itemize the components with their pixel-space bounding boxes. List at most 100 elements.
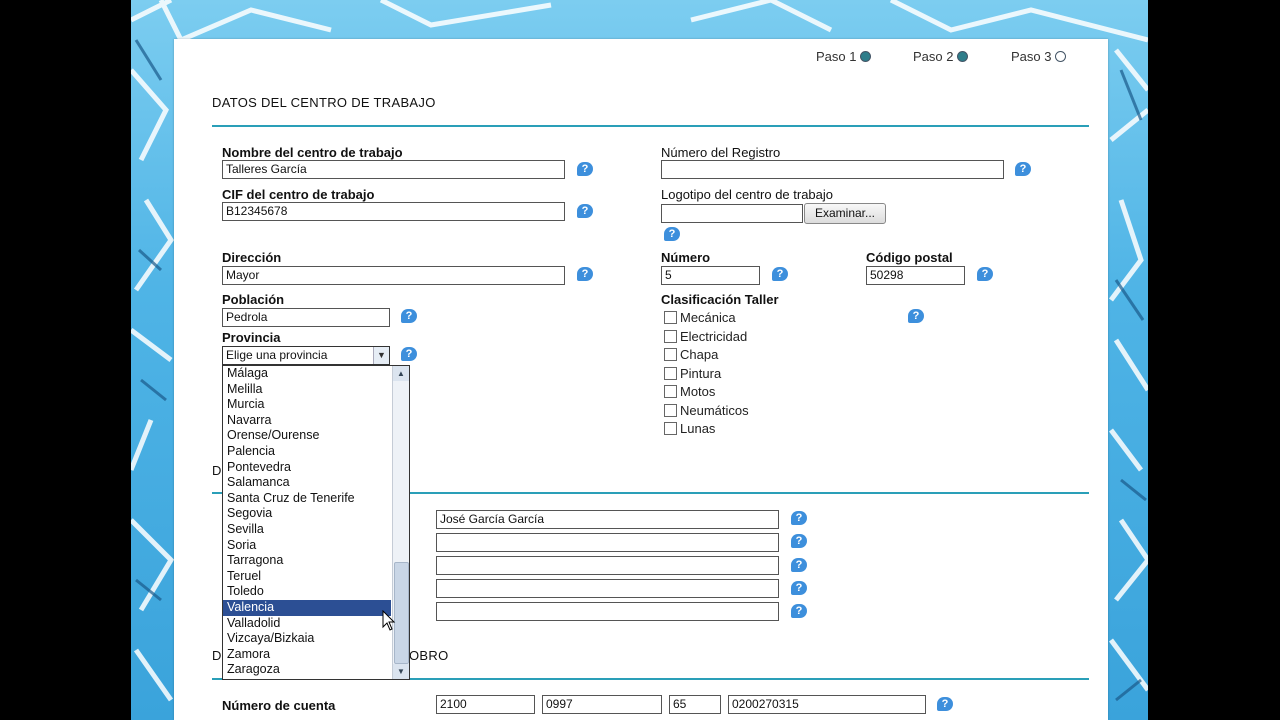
section-title-3-fragment-left: D bbox=[212, 648, 222, 663]
registro-input[interactable] bbox=[661, 160, 1004, 179]
dropdown-option[interactable]: Zamora bbox=[223, 647, 409, 663]
contact-input-5[interactable] bbox=[436, 602, 779, 621]
logotipo-label: Logotipo del centro de trabajo bbox=[661, 187, 834, 202]
provincia-dropdown-list[interactable]: Málaga Melilla Murcia Navarra Orense/Ourense… bbox=[222, 365, 410, 680]
checkbox-label: Mecánica bbox=[680, 310, 736, 325]
checkbox-neumaticos[interactable] bbox=[664, 404, 677, 417]
checkbox-motos[interactable] bbox=[664, 385, 677, 398]
cuenta-entidad-input[interactable]: 2100 bbox=[436, 695, 535, 714]
dropdown-option[interactable]: Toledo bbox=[223, 584, 409, 600]
checkbox-label: Lunas bbox=[680, 421, 716, 436]
dropdown-option[interactable]: Soria bbox=[223, 538, 409, 554]
cif-label: CIF del centro de trabajo bbox=[222, 187, 375, 202]
dropdown-option[interactable]: Teruel bbox=[223, 569, 409, 585]
chevron-down-icon[interactable]: ▼ bbox=[373, 347, 389, 364]
step-1-label: Paso 1 bbox=[816, 49, 857, 64]
numero-label: Número bbox=[661, 250, 711, 265]
scroll-down-icon[interactable]: ▼ bbox=[393, 664, 409, 679]
logotipo-file-input[interactable] bbox=[661, 204, 803, 223]
dropdown-option[interactable]: Sevilla bbox=[223, 522, 409, 538]
cuenta-oficina-input[interactable]: 0997 bbox=[542, 695, 662, 714]
dropdown-option[interactable]: Valencia bbox=[223, 599, 391, 616]
section-title-2-fragment: D bbox=[212, 463, 222, 478]
checkbox-pintura[interactable] bbox=[664, 367, 677, 380]
dropdown-option[interactable]: Tarragona bbox=[223, 553, 409, 569]
help-icon[interactable]: ? bbox=[791, 511, 807, 525]
contact-input-3[interactable] bbox=[436, 556, 779, 575]
dropdown-option[interactable]: Murcia bbox=[223, 397, 409, 413]
help-icon[interactable]: ? bbox=[1015, 162, 1031, 176]
dropdown-option[interactable]: Orense/Ourense bbox=[223, 428, 409, 444]
cp-input[interactable]: 50298 bbox=[866, 266, 965, 285]
contact-input-4[interactable] bbox=[436, 579, 779, 598]
help-icon[interactable]: ? bbox=[577, 162, 593, 176]
poblacion-label: Población bbox=[222, 292, 285, 307]
provincia-select[interactable]: Elige una provincia ▼ bbox=[222, 346, 390, 365]
step-1-indicator-icon bbox=[860, 51, 872, 62]
dropdown-option[interactable]: Pontevedra bbox=[223, 460, 409, 476]
checkbox-lunas[interactable] bbox=[664, 422, 677, 435]
cp-label: Código postal bbox=[866, 250, 953, 265]
dropdown-scrollbar[interactable]: ▲ ▼ bbox=[392, 366, 409, 679]
provincia-select-value: Elige una provincia bbox=[226, 348, 328, 362]
help-icon[interactable]: ? bbox=[577, 267, 593, 281]
mouse-cursor-icon bbox=[382, 610, 396, 631]
dropdown-option[interactable]: Salamanca bbox=[223, 475, 409, 491]
dropdown-option[interactable]: Segovia bbox=[223, 506, 409, 522]
step-3-label: Paso 3 bbox=[1011, 49, 1052, 64]
checkbox-electricidad[interactable] bbox=[664, 330, 677, 343]
help-icon[interactable]: ? bbox=[908, 309, 924, 323]
nombre-label: Nombre del centro de trabajo bbox=[222, 145, 403, 160]
clasificacion-label: Clasificación Taller bbox=[661, 292, 779, 307]
contact-input-1[interactable]: José García García bbox=[436, 510, 779, 529]
dropdown-option[interactable]: Santa Cruz de Tenerife bbox=[223, 491, 409, 507]
step-2: Paso 2 bbox=[913, 49, 969, 64]
poblacion-input[interactable]: Pedrola bbox=[222, 308, 390, 327]
step-2-indicator-icon bbox=[957, 51, 969, 62]
help-icon[interactable]: ? bbox=[664, 227, 680, 241]
help-icon[interactable]: ? bbox=[772, 267, 788, 281]
checkbox-label: Electricidad bbox=[680, 329, 748, 344]
dropdown-option[interactable]: Málaga bbox=[223, 366, 409, 382]
step-2-label: Paso 2 bbox=[913, 49, 954, 64]
step-3-indicator-icon bbox=[1055, 51, 1067, 62]
cuenta-label: Número de cuenta bbox=[222, 698, 336, 713]
direccion-input[interactable]: Mayor bbox=[222, 266, 565, 285]
section-divider bbox=[212, 125, 1089, 127]
cuenta-numero-input[interactable]: 0200270315 bbox=[728, 695, 926, 714]
scroll-up-icon[interactable]: ▲ bbox=[393, 366, 409, 381]
help-icon[interactable]: ? bbox=[401, 309, 417, 323]
step-1: Paso 1 bbox=[816, 49, 872, 64]
step-3: Paso 3 bbox=[1011, 49, 1067, 64]
provincia-label: Provincia bbox=[222, 330, 281, 345]
help-icon[interactable]: ? bbox=[401, 347, 417, 361]
help-icon[interactable]: ? bbox=[791, 604, 807, 618]
help-icon[interactable]: ? bbox=[791, 534, 807, 548]
help-icon[interactable]: ? bbox=[937, 697, 953, 711]
direccion-label: Dirección bbox=[222, 250, 282, 265]
help-icon[interactable]: ? bbox=[791, 558, 807, 572]
dropdown-option[interactable]: Vizcaya/Bizkaia bbox=[223, 631, 409, 647]
dropdown-option[interactable]: Zaragoza bbox=[223, 662, 409, 678]
section-title-centro: DATOS DEL CENTRO DE TRABAJO bbox=[212, 95, 436, 110]
checkbox-label: Neumáticos bbox=[680, 403, 749, 418]
checkbox-label: Pintura bbox=[680, 366, 722, 381]
examinar-button[interactable]: Examinar... bbox=[804, 203, 886, 224]
help-icon[interactable]: ? bbox=[977, 267, 993, 281]
checkbox-label: Chapa bbox=[680, 347, 719, 362]
nombre-input[interactable]: Talleres García bbox=[222, 160, 565, 179]
cuenta-dc-input[interactable]: 65 bbox=[669, 695, 721, 714]
contact-input-2[interactable] bbox=[436, 533, 779, 552]
registro-label: Número del Registro bbox=[661, 145, 781, 160]
checkbox-chapa[interactable] bbox=[664, 348, 677, 361]
scrollbar-thumb[interactable] bbox=[394, 562, 409, 664]
checkbox-label: Motos bbox=[680, 384, 716, 399]
dropdown-option[interactable]: Palencia bbox=[223, 444, 409, 460]
cif-input[interactable]: B12345678 bbox=[222, 202, 565, 221]
dropdown-option[interactable]: Navarra bbox=[223, 413, 409, 429]
help-icon[interactable]: ? bbox=[791, 581, 807, 595]
dropdown-option[interactable]: Melilla bbox=[223, 382, 409, 398]
help-icon[interactable]: ? bbox=[577, 204, 593, 218]
checkbox-mecanica[interactable] bbox=[664, 311, 677, 324]
numero-input[interactable]: 5 bbox=[661, 266, 760, 285]
